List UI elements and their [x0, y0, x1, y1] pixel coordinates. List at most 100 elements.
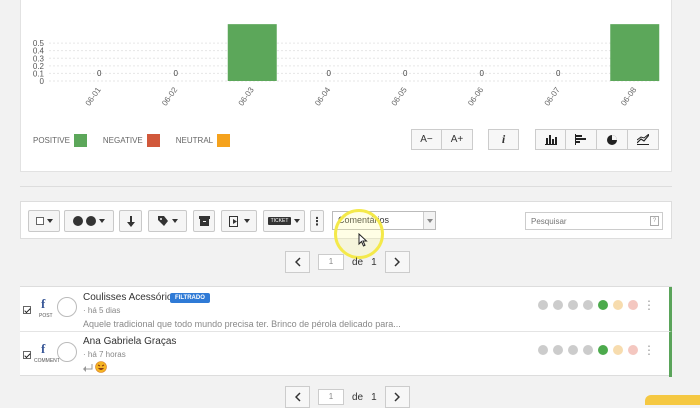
legend-positive[interactable]: POSITIVE [33, 134, 87, 147]
neutral-sentiment-icon[interactable] [613, 345, 623, 355]
avatar[interactable] [57, 342, 77, 362]
archive-button[interactable] [193, 210, 215, 232]
negative-face-icon [86, 216, 96, 226]
share-icon[interactable] [568, 345, 578, 355]
next-page-button[interactable] [384, 251, 410, 273]
post-time: · há 5 dias [83, 306, 121, 315]
tag-dropdown[interactable] [148, 210, 187, 232]
chevron-down-icon [426, 218, 433, 223]
x-tick-label: 06-08 [619, 85, 638, 107]
avatar[interactable] [57, 297, 77, 317]
section-divider [20, 186, 672, 187]
tag-icon[interactable] [583, 300, 593, 310]
next-page-button[interactable] [384, 386, 410, 408]
data-label: 0 [174, 69, 179, 78]
select-all-dropdown[interactable] [28, 210, 60, 232]
legend-swatch-neutral [217, 134, 231, 147]
facebook-icon: f [41, 296, 46, 311]
chevron-down-icon [46, 219, 53, 223]
positive-sentiment-icon[interactable] [598, 345, 608, 355]
sentiment-chart-card: 0.5 0.4 0.3 0.2 0.1 0 0 06-01 0 06-02 06-03 0 06-04 0… [20, 0, 672, 172]
legend-negative[interactable]: NEGATIVE [103, 134, 160, 147]
x-tick-label: 06-06 [466, 85, 485, 107]
vertical-bar-icon [544, 135, 557, 145]
area-chart-icon [637, 134, 649, 145]
vertical-bar-chart-button[interactable] [535, 129, 566, 150]
x-tick-label: 06-03 [237, 85, 256, 107]
list-item[interactable]: f COMMENT Ana Gabriela Graças · há 7 hor… [20, 331, 672, 377]
help-widget-tab[interactable] [645, 395, 700, 405]
chevron-down-icon [99, 219, 105, 223]
post-author[interactable]: Coulisses Acessórios [83, 292, 177, 303]
export-icon [228, 215, 238, 227]
data-label: 0 [556, 69, 561, 78]
post-actions: ⋮ [538, 299, 655, 311]
data-label: 0 [480, 69, 485, 78]
font-smaller-button[interactable]: A− [411, 129, 442, 150]
facebook-icon: f [41, 341, 46, 356]
archive-icon [198, 216, 210, 226]
post-checkbox[interactable] [23, 351, 31, 359]
more-options-button[interactable]: ⋮ [310, 210, 324, 232]
pie-chart-icon [607, 134, 617, 145]
legend-swatch-negative [146, 134, 160, 147]
ticket-dropdown[interactable]: TICKET [263, 210, 305, 232]
sort-button[interactable] [119, 210, 142, 232]
share-icon[interactable] [568, 300, 578, 310]
post-author[interactable]: Ana Gabriela Graças [83, 336, 176, 347]
archive-icon[interactable] [553, 300, 563, 310]
sentiment-filter-dropdown[interactable] [64, 210, 114, 232]
post-actions: ⋮ [538, 344, 655, 356]
x-tick-label: 06-07 [543, 85, 562, 107]
data-label: 0 [403, 69, 408, 78]
chevron-left-icon [294, 257, 301, 267]
search-input[interactable] [525, 212, 663, 230]
previous-page-button[interactable] [285, 251, 310, 273]
chevron-down-icon [243, 219, 250, 223]
sentiment-bar-chart: 0.50.40.30.20.10006-01006-02 06-03006-040… [33, 24, 661, 108]
positive-sentiment-icon[interactable] [598, 300, 608, 310]
reply-icon[interactable] [538, 300, 548, 310]
previous-page-button[interactable] [285, 386, 310, 408]
post-type-label: COMMENT [34, 358, 60, 364]
laughing-emoji-icon [95, 361, 107, 373]
font-size-controls: A− A+ [411, 129, 473, 150]
pagination-top: 1 de 1 [285, 251, 410, 273]
post-snippet[interactable]: Aquele tradicional que todo mundo precis… [83, 319, 401, 329]
archive-icon[interactable] [553, 345, 563, 355]
data-label: 0 [327, 69, 332, 78]
reply-icon[interactable] [538, 345, 548, 355]
area-chart-button[interactable] [628, 129, 659, 150]
info-button[interactable]: i [488, 129, 519, 150]
horizontal-bar-chart-button[interactable] [566, 129, 597, 150]
x-tick-label: 06-05 [390, 85, 409, 107]
post-checkbox[interactable] [23, 306, 31, 314]
tag-icon[interactable] [583, 345, 593, 355]
kebab-icon[interactable]: ⋮ [643, 344, 655, 356]
bar-positive [610, 24, 660, 81]
page-number-input[interactable]: 1 [318, 389, 344, 405]
mouse-cursor-icon [358, 233, 368, 247]
chevron-down-icon [172, 219, 178, 223]
negative-sentiment-icon[interactable] [628, 345, 638, 355]
chevron-down-icon [294, 219, 301, 223]
neutral-sentiment-icon[interactable] [613, 300, 623, 310]
search-help-icon[interactable]: ? [650, 216, 659, 226]
list-item[interactable]: f POST Coulisses Acessórios FILTRADO · h… [20, 287, 672, 331]
positive-face-icon [73, 216, 83, 226]
kebab-icon[interactable]: ⋮ [643, 299, 655, 311]
chart-legend: POSITIVE NEGATIVE NEUTRAL [33, 134, 231, 147]
legend-neutral[interactable]: NEUTRAL [176, 134, 231, 147]
pie-chart-button[interactable] [597, 129, 628, 150]
chevron-right-icon [394, 257, 401, 267]
arrow-down-icon [126, 215, 135, 227]
horizontal-bar-icon [575, 134, 586, 145]
bar-positive [227, 24, 277, 81]
tag-icon [158, 216, 168, 226]
status-badge: FILTRADO [170, 293, 210, 303]
checkbox-icon [35, 217, 44, 225]
font-larger-button[interactable]: A+ [442, 129, 473, 150]
export-dropdown[interactable] [221, 210, 257, 232]
page-number-input[interactable]: 1 [318, 254, 344, 270]
negative-sentiment-icon[interactable] [628, 300, 638, 310]
